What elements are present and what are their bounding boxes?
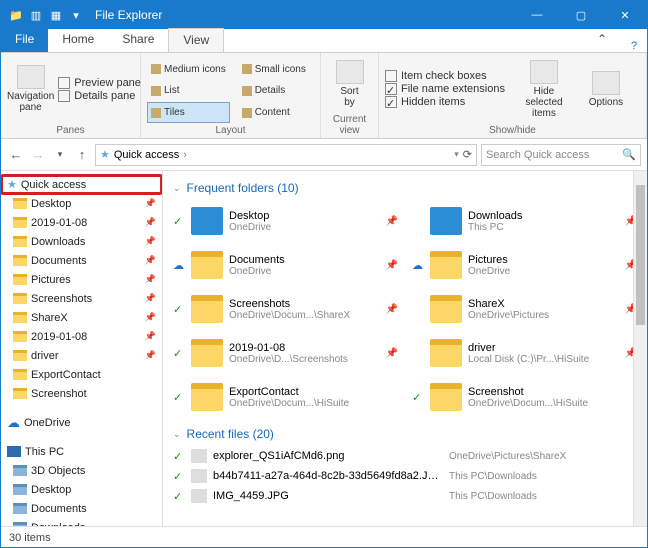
check-item-check-boxes[interactable]: Item check boxes xyxy=(385,70,505,82)
search-input[interactable]: Search Quick access 🔍 xyxy=(481,144,641,166)
folder-item[interactable]: ☁PicturesOneDrive📌 xyxy=(412,245,637,285)
navigation-pane-button[interactable]: Navigation pane xyxy=(7,55,54,123)
layout-details[interactable]: Details xyxy=(238,81,310,102)
tree-item[interactable]: Downloads📌 xyxy=(1,232,162,251)
quick-access-star-icon: ★ xyxy=(100,148,110,161)
dropdown-icon[interactable]: ▾ xyxy=(454,149,459,160)
forward-button[interactable]: → xyxy=(29,147,47,162)
folder-icon: 📁 xyxy=(9,8,23,22)
layout-small-icons[interactable]: Small icons xyxy=(238,59,310,80)
hide-selected-button[interactable]: Hide selected items xyxy=(515,55,573,123)
properties-icon[interactable]: ▥ xyxy=(29,8,43,22)
options-button[interactable]: Options xyxy=(577,55,635,123)
folder-item[interactable]: driverLocal Disk (C:)\Pr...\HiSuite📌 xyxy=(412,333,637,373)
tree-item[interactable]: Downloads xyxy=(1,518,162,526)
tree-item[interactable]: 2019-01-08📌 xyxy=(1,213,162,232)
sort-icon xyxy=(336,60,364,84)
options-icon xyxy=(592,71,620,95)
qat-dropdown-icon[interactable]: ▾ xyxy=(69,8,83,22)
group-label: Show/hide xyxy=(385,123,640,136)
tab-share[interactable]: Share xyxy=(108,28,168,52)
tree-item[interactable]: ExportContact xyxy=(1,365,162,384)
group-label: Current view xyxy=(327,112,372,136)
tab-home[interactable]: Home xyxy=(48,28,108,52)
ribbon: Navigation pane Preview pane Details pan… xyxy=(1,53,647,139)
refresh-icon[interactable]: ⟳ xyxy=(463,148,472,161)
recent-dropdown[interactable]: ▾ xyxy=(51,149,69,160)
folder-item[interactable]: ✓ExportContactOneDrive\Docum...\HiSuite xyxy=(173,377,398,417)
details-pane-button[interactable]: Details pane xyxy=(58,90,141,102)
status-bar: 30 items xyxy=(1,526,647,548)
group-label: Panes xyxy=(7,123,134,136)
maximize-button[interactable]: ▢ xyxy=(559,1,603,29)
tree-item[interactable]: Documents📌 xyxy=(1,251,162,270)
tree-item[interactable]: Screenshots📌 xyxy=(1,289,162,308)
tree-item[interactable]: driver📌 xyxy=(1,346,162,365)
folder-item[interactable]: ✓ScreenshotOneDrive\Docum...\HiSuite xyxy=(412,377,637,417)
section-frequent[interactable]: ⌄ Frequent folders (10) xyxy=(173,181,637,195)
file-item[interactable]: ✓IMG_4459.JPGThis PC\Downloads xyxy=(173,487,637,505)
chevron-down-icon: ⌄ xyxy=(173,183,181,194)
minimize-button[interactable]: — xyxy=(515,1,559,29)
navigation-pane-icon xyxy=(17,65,45,89)
file-list: ⌄ Frequent folders (10) ✓DesktopOneDrive… xyxy=(163,171,647,526)
layout-list[interactable]: List xyxy=(147,81,230,102)
collapse-ribbon-icon[interactable]: ⌃ xyxy=(583,28,621,52)
chevron-right-icon[interactable]: › xyxy=(183,149,187,161)
hide-icon xyxy=(530,60,558,84)
scrollbar[interactable] xyxy=(633,171,647,526)
folder-item[interactable]: ✓DesktopOneDrive📌 xyxy=(173,201,398,241)
tree-item[interactable]: Pictures📌 xyxy=(1,270,162,289)
chevron-down-icon: ⌄ xyxy=(173,429,181,440)
layout-tiles[interactable]: Tiles xyxy=(147,102,230,123)
tree-this-pc[interactable]: This PC xyxy=(1,442,162,461)
quick-access-toolbar: 📁 ▥ ▦ ▾ xyxy=(1,8,91,22)
group-label: Layout xyxy=(147,123,314,136)
ribbon-tabs: File Home Share View ⌃ ? xyxy=(1,29,647,53)
folder-item[interactable]: ShareXOneDrive\Pictures📌 xyxy=(412,289,637,329)
tree-item[interactable]: Screenshot xyxy=(1,384,162,403)
layout-content[interactable]: Content xyxy=(238,102,310,123)
tree-quick-access[interactable]: ★Quick access xyxy=(1,175,162,194)
address-bar-row: ← → ▾ ↑ ★ Quick access › ▾ ⟳ Search Quic… xyxy=(1,139,647,171)
file-item[interactable]: ✓explorer_QS1iAfCMd6.pngOneDrive\Picture… xyxy=(173,447,637,465)
window-title: File Explorer xyxy=(91,8,515,22)
tab-view[interactable]: View xyxy=(168,28,224,52)
tree-item[interactable]: ShareX📌 xyxy=(1,308,162,327)
scroll-thumb[interactable] xyxy=(636,185,645,325)
item-count: 30 items xyxy=(9,532,51,544)
folder-item[interactable]: ✓ScreenshotsOneDrive\Docum...\ShareX📌 xyxy=(173,289,398,329)
section-recent[interactable]: ⌄ Recent files (20) xyxy=(173,427,637,441)
sort-by-button[interactable]: Sort by xyxy=(327,55,372,112)
search-icon: 🔍 xyxy=(622,148,636,161)
layout-options: Medium icons Small icons List Details Tiles C… xyxy=(147,59,310,123)
file-item[interactable]: ✓b44b7411-a27a-464d-8c2b-33d5649fd8a2.JP… xyxy=(173,467,637,485)
tree-item[interactable]: Desktop📌 xyxy=(1,194,162,213)
breadcrumb[interactable]: Quick access xyxy=(114,149,179,161)
tree-item[interactable]: 2019-01-08📌 xyxy=(1,327,162,346)
layout-medium-icons[interactable]: Medium icons xyxy=(147,59,230,80)
new-folder-icon[interactable]: ▦ xyxy=(49,8,63,22)
tree-item[interactable]: 3D Objects xyxy=(1,461,162,480)
check-file-name-extensions[interactable]: ✓File name extensions xyxy=(385,83,505,95)
address-bar[interactable]: ★ Quick access › ▾ ⟳ xyxy=(95,144,477,166)
back-button[interactable]: ← xyxy=(7,147,25,162)
file-tab[interactable]: File xyxy=(1,28,48,52)
tree-onedrive[interactable]: ☁OneDrive xyxy=(1,413,162,432)
folder-item[interactable]: ✓2019-01-08OneDrive\D...\Screenshots📌 xyxy=(173,333,398,373)
folder-item[interactable]: ☁DocumentsOneDrive📌 xyxy=(173,245,398,285)
up-button[interactable]: ↑ xyxy=(73,147,91,162)
check-hidden-items[interactable]: ✓Hidden items xyxy=(385,96,505,108)
titlebar: 📁 ▥ ▦ ▾ File Explorer — ▢ ✕ xyxy=(1,1,647,29)
tree-item[interactable]: Documents xyxy=(1,499,162,518)
help-icon[interactable]: ? xyxy=(621,40,647,52)
tree-item[interactable]: Desktop xyxy=(1,480,162,499)
close-button[interactable]: ✕ xyxy=(603,1,647,29)
folder-item[interactable]: DownloadsThis PC📌 xyxy=(412,201,637,241)
search-placeholder: Search Quick access xyxy=(486,149,589,161)
preview-pane-button[interactable]: Preview pane xyxy=(58,77,141,89)
navigation-tree: ★Quick accessDesktop📌2019-01-08📌Download… xyxy=(1,171,163,526)
